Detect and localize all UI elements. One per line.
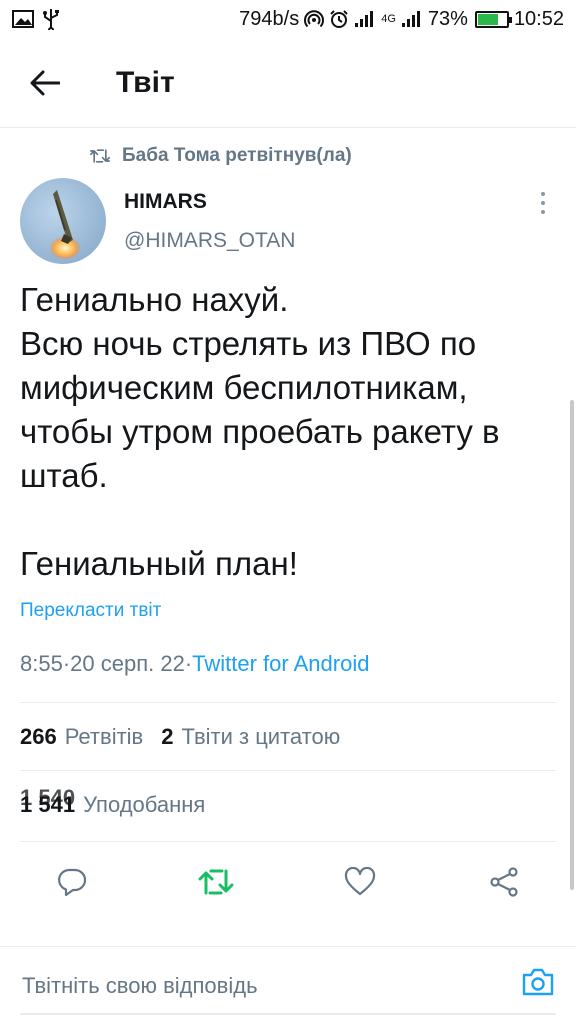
scrollbar[interactable] bbox=[570, 400, 574, 890]
status-bar: 794b/s 4G 73% 10:52 bbox=[0, 0, 576, 38]
retweet-button[interactable] bbox=[194, 860, 238, 904]
retweets-label[interactable]: Ретвітів bbox=[65, 724, 144, 750]
clock: 10:52 bbox=[513, 7, 564, 30]
like-button[interactable] bbox=[338, 860, 382, 904]
status-bar-right: 794b/s 4G 73% 10:52 bbox=[239, 8, 564, 31]
reply-button[interactable] bbox=[50, 860, 94, 904]
reply-underline bbox=[20, 1013, 556, 1015]
retweets-count[interactable]: 266 bbox=[20, 724, 57, 750]
battery-percent: 73% bbox=[427, 7, 468, 30]
retweet-icon bbox=[198, 869, 234, 895]
usb-icon bbox=[42, 8, 60, 30]
tweet-source-link[interactable]: Twitter for Android bbox=[192, 651, 369, 677]
tweet-time: 8:55 bbox=[20, 651, 63, 676]
avatar[interactable] bbox=[20, 178, 106, 264]
rocket-icon bbox=[49, 190, 81, 260]
battery-icon bbox=[474, 10, 512, 28]
reply-icon bbox=[58, 868, 87, 897]
tweet-meta: 8:55 · 20 серп. 22 · Twitter for Android bbox=[20, 651, 369, 677]
retweet-context-label: Баба Тома ретвітнув(ла) bbox=[122, 145, 352, 166]
tweet-actions bbox=[0, 850, 576, 914]
share-icon bbox=[490, 867, 518, 897]
heart-icon bbox=[344, 867, 376, 896]
status-bar-left bbox=[12, 8, 60, 30]
author-name[interactable]: HIMARS bbox=[124, 190, 207, 214]
likes-label: Уподобання bbox=[83, 792, 206, 817]
alarm-icon bbox=[329, 9, 349, 29]
author-handle[interactable]: @HIMARS_OTAN bbox=[124, 229, 295, 253]
image-icon bbox=[12, 10, 34, 28]
divider bbox=[20, 841, 556, 842]
page-title: Твіт bbox=[116, 65, 175, 99]
signal-2-icon bbox=[401, 10, 423, 28]
top-app-bar: Твіт bbox=[0, 38, 576, 128]
retweet-context[interactable]: Баба Тома ретвітнув(ла) bbox=[90, 145, 352, 167]
quotes-label[interactable]: Твіти з цитатою bbox=[181, 724, 340, 750]
likes-count-wrapper: 1 540 1 541 bbox=[20, 785, 75, 818]
share-button[interactable] bbox=[482, 860, 526, 904]
likes-stats[interactable]: 1 540 1 541 Уподобання bbox=[20, 785, 206, 818]
tweet-date: 20 серп. 22 bbox=[70, 651, 185, 676]
likes-count-previous: 1 540 bbox=[20, 785, 76, 810]
divider bbox=[20, 770, 556, 771]
camera-button[interactable] bbox=[518, 962, 558, 1002]
reply-composer: Твітніть свою відповідь bbox=[0, 946, 576, 1024]
network-type: 4G bbox=[381, 13, 396, 25]
translate-tweet-link[interactable]: Перекласти твіт bbox=[20, 600, 161, 622]
meta-separator: · bbox=[62, 651, 71, 676]
hotspot-icon bbox=[304, 9, 325, 29]
net-speed: 794b/s bbox=[239, 7, 300, 30]
more-vertical-icon-dot bbox=[541, 210, 545, 214]
retweet-context-icon bbox=[90, 149, 110, 163]
signal-icon bbox=[354, 10, 376, 28]
more-vertical-icon-dot bbox=[541, 201, 545, 205]
more-vertical-icon-dot bbox=[541, 192, 545, 196]
more-options-button[interactable] bbox=[530, 190, 556, 216]
quotes-count[interactable]: 2 bbox=[161, 724, 173, 750]
meta-separator: · bbox=[184, 651, 193, 676]
retweet-stats: 266 Ретвітів 2 Твіти з цитатою bbox=[20, 724, 340, 750]
back-button[interactable] bbox=[0, 38, 90, 128]
tweet-text: Гениально нахуй. Всю ночь стрелять из ПВ… bbox=[20, 281, 500, 582]
reply-input[interactable]: Твітніть свою відповідь bbox=[22, 973, 258, 999]
camera-icon bbox=[522, 968, 554, 996]
divider bbox=[20, 702, 556, 703]
battery-fill bbox=[477, 13, 498, 25]
arrow-left-icon bbox=[30, 70, 60, 95]
